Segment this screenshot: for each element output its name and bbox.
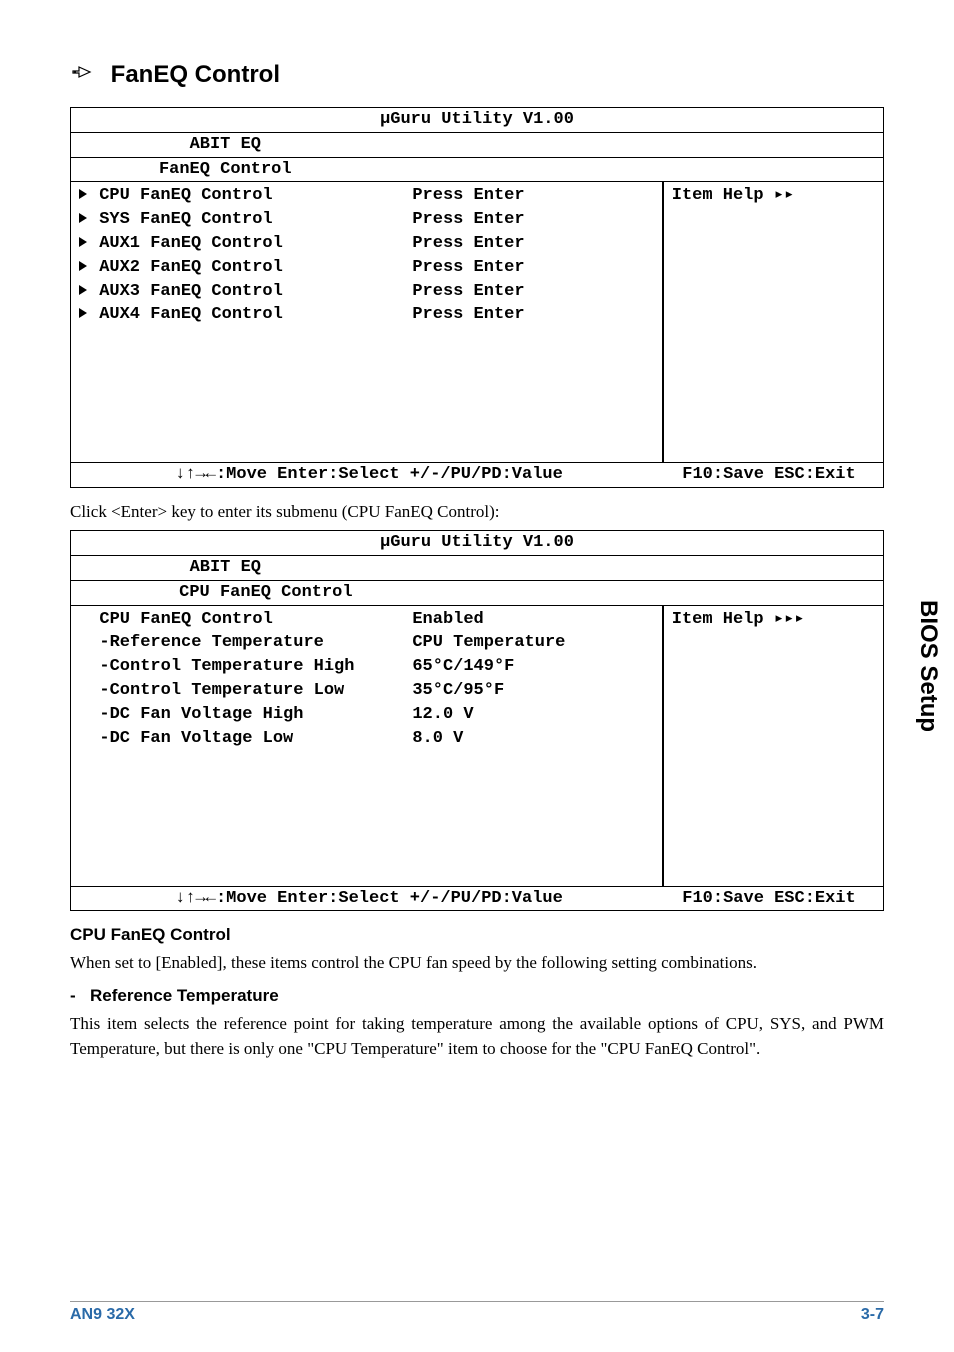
bios1-sub: FanEQ Control [71, 158, 380, 182]
bios1-left: CPU FanEQ Control SYS FanEQ Control AUX1… [71, 182, 664, 462]
list-item[interactable]: -Reference Temperature [79, 631, 412, 655]
hand-point-icon [70, 60, 94, 91]
bios2-foot-left: ↓↑→←:Move Enter:Select +/-/PU/PD:Value [77, 887, 661, 911]
bios2-left: CPU FanEQ Control -Reference Temperature… [71, 606, 664, 886]
value: 65°C/149°F [412, 655, 653, 679]
bios1-help: Item Help ▸▸ [664, 182, 883, 462]
list-item[interactable]: AUX3 FanEQ Control [79, 280, 412, 304]
side-tab-bios-setup: BIOS Setup [914, 600, 942, 732]
reference-temp-body: This item selects the reference point fo… [70, 1012, 884, 1061]
bios2-values: Enabled CPU Temperature 65°C/149°F 35°C/… [412, 608, 653, 884]
footer-left: AN9 32X [70, 1306, 135, 1324]
value: Press Enter [412, 256, 653, 280]
bios1-abit: ABIT EQ [71, 133, 380, 157]
value: Press Enter [412, 232, 653, 256]
bios2-help: Item Help ▸▸▸ [664, 606, 883, 886]
bios2-abit: ABIT EQ [71, 556, 380, 580]
value: Press Enter [412, 280, 653, 304]
list-item[interactable]: CPU FanEQ Control [79, 608, 412, 632]
list-item[interactable]: -Control Temperature Low [79, 679, 412, 703]
value: 8.0 V [412, 727, 653, 751]
page-footer: AN9 32X 3-7 [70, 1301, 884, 1324]
triangle-icon [79, 237, 87, 247]
bios2-sub-row: CPU FanEQ Control [71, 581, 883, 606]
list-item[interactable]: -DC Fan Voltage Low [79, 727, 412, 751]
bios1-header-row: ABIT EQ [71, 133, 883, 158]
bios1-values: Press Enter Press Enter Press Enter Pres… [412, 184, 653, 460]
triangle-icon [79, 261, 87, 271]
section-title-text: FanEQ Control [111, 61, 280, 88]
triangle-icon [79, 213, 87, 223]
value: Enabled [412, 608, 653, 632]
value: Press Enter [412, 303, 653, 327]
bios2-footer: ↓↑→←:Move Enter:Select +/-/PU/PD:Value F… [71, 886, 883, 911]
triangle-icon [79, 285, 87, 295]
footer-right: 3-7 [861, 1306, 884, 1324]
bios2-body: CPU FanEQ Control -Reference Temperature… [71, 606, 883, 886]
reference-temp-heading: -Reference Temperature [70, 986, 884, 1006]
bios1-sub-row: FanEQ Control [71, 158, 883, 183]
bios-box-cpu-faneq: µGuru Utility V1.00 ABIT EQ CPU FanEQ Co… [70, 530, 884, 911]
bios2-names: CPU FanEQ Control -Reference Temperature… [79, 608, 412, 884]
value: CPU Temperature [412, 631, 653, 655]
list-item[interactable]: SYS FanEQ Control [79, 208, 412, 232]
dash-icon: - [70, 986, 90, 1006]
list-item[interactable]: -Control Temperature High [79, 655, 412, 679]
triangle-icon [79, 308, 87, 318]
bios1-body: CPU FanEQ Control SYS FanEQ Control AUX1… [71, 182, 883, 462]
bios2-header-row: ABIT EQ [71, 556, 883, 581]
list-item[interactable]: -DC Fan Voltage High [79, 703, 412, 727]
bios2-sub: CPU FanEQ Control [71, 581, 461, 605]
bios1-foot-left: ↓↑→←:Move Enter:Select +/-/PU/PD:Value [77, 463, 661, 487]
bios2-title: µGuru Utility V1.00 [71, 531, 883, 556]
cpu-faneq-heading: CPU FanEQ Control [70, 925, 884, 945]
list-item[interactable]: AUX2 FanEQ Control [79, 256, 412, 280]
value: Press Enter [412, 184, 653, 208]
cpu-faneq-body: When set to [Enabled], these items contr… [70, 951, 884, 976]
bios1-title: µGuru Utility V1.00 [71, 108, 883, 133]
caption: Click <Enter> key to enter its submenu (… [70, 502, 884, 522]
value: 12.0 V [412, 703, 653, 727]
value: 35°C/95°F [412, 679, 653, 703]
list-item[interactable]: CPU FanEQ Control [79, 184, 412, 208]
bios1-footer: ↓↑→←:Move Enter:Select +/-/PU/PD:Value F… [71, 462, 883, 487]
list-item[interactable]: AUX4 FanEQ Control [79, 303, 412, 327]
bios1-foot-right: F10:Save ESC:Exit [661, 463, 877, 487]
section-title: FanEQ Control [70, 60, 884, 91]
list-item[interactable]: AUX1 FanEQ Control [79, 232, 412, 256]
triangle-icon [79, 189, 87, 199]
bios-box-faneq: µGuru Utility V1.00 ABIT EQ FanEQ Contro… [70, 107, 884, 488]
value: Press Enter [412, 208, 653, 232]
bios1-names: CPU FanEQ Control SYS FanEQ Control AUX1… [79, 184, 412, 460]
bios2-foot-right: F10:Save ESC:Exit [661, 887, 877, 911]
